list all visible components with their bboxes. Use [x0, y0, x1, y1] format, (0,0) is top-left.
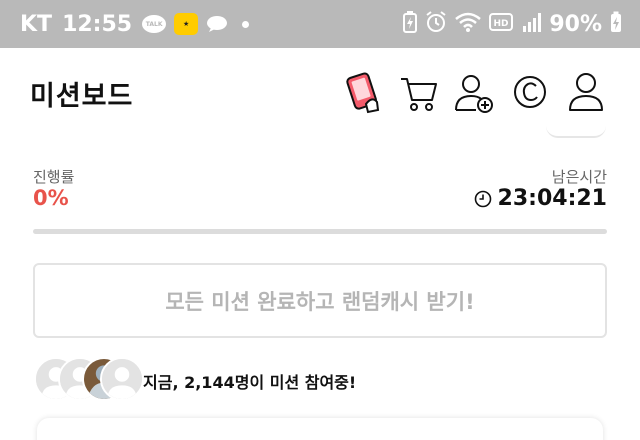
alarm-icon: [425, 11, 447, 37]
battery-percent: 90%: [549, 11, 602, 37]
phone-mission-icon[interactable]: [342, 70, 382, 114]
clock-time: 12:55: [62, 11, 133, 37]
participants-prefix: 지금,: [143, 373, 185, 392]
wifi-icon: [455, 12, 482, 36]
participants-suffix: 이 미션 참여중!: [249, 373, 357, 392]
svg-text:HD: HD: [494, 19, 509, 29]
header-shadow-decor: [546, 126, 606, 138]
participants-text: 지금, 2,144명이 미션 참여중!: [143, 369, 356, 393]
remaining-timer: 23:04:21: [474, 186, 607, 211]
add-friend-icon[interactable]: [454, 70, 494, 114]
progress-percent: 0%: [33, 186, 69, 210]
cart-icon[interactable]: [398, 70, 438, 114]
battery-saver-icon: [403, 11, 418, 37]
status-bar: KT 12:55 TALK ★ HD 90%: [0, 0, 640, 48]
profile-icon[interactable]: [566, 70, 606, 114]
kakaotalk-notification-icon: TALK: [142, 15, 167, 33]
remaining-time-label: 남은시간: [551, 168, 607, 186]
clock-icon: [474, 190, 492, 208]
status-bar-right: HD 90%: [403, 11, 622, 37]
kb-app-notification-icon: ★: [174, 13, 199, 35]
more-notifications-dot-icon: [242, 20, 250, 28]
avatar: [100, 357, 144, 401]
signal-icon: [521, 12, 542, 36]
participant-avatars: [34, 357, 144, 401]
hd-voice-icon: HD: [489, 13, 514, 35]
talk-badge: TALK: [142, 15, 167, 33]
remaining-time-value: 23:04:21: [497, 186, 607, 211]
chat-bubble-icon: [206, 15, 228, 33]
page-title: 미션보드: [30, 81, 134, 112]
mission-card[interactable]: [37, 418, 603, 440]
claim-random-cash-button[interactable]: 모든 미션 완료하고 랜덤캐시 받기!: [33, 263, 607, 338]
app-header: 미션보드: [0, 48, 640, 138]
cash-icon[interactable]: [510, 70, 550, 114]
progress-bar: [33, 229, 607, 234]
battery-charging-icon: [610, 11, 622, 37]
carrier-label: KT: [20, 11, 53, 37]
progress-label: 진행률: [33, 168, 75, 186]
participants-count: 2,144명: [184, 373, 250, 392]
